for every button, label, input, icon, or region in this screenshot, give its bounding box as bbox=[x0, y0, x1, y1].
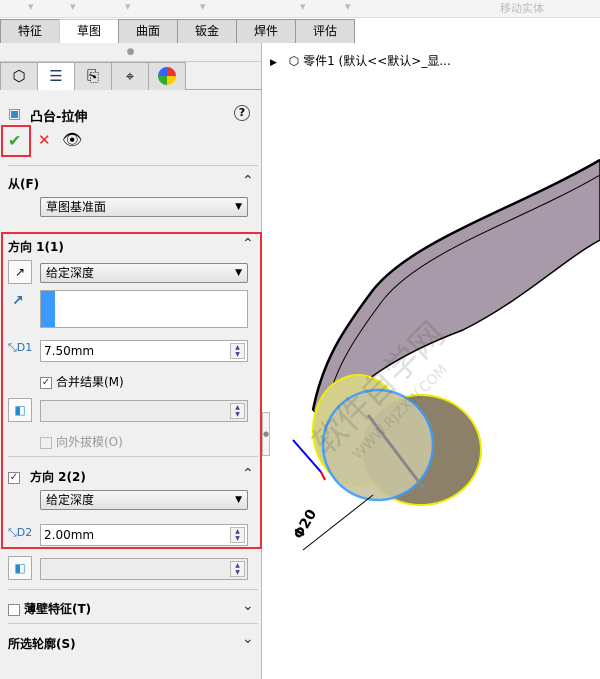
configuration-tab-icon[interactable]: ⎘ bbox=[74, 62, 112, 90]
tab-evaluate[interactable]: 评估 bbox=[295, 19, 355, 43]
top-toolbar: ▾ ▾ ▾ ▾ ▾ ▾ 移动实体 bbox=[0, 0, 600, 18]
3d-viewport[interactable]: Φ20 软件自学网 WWW.RJZXW.COM bbox=[263, 100, 600, 679]
tab-surfaces[interactable]: 曲面 bbox=[118, 19, 178, 43]
from-section-label: 从(F) bbox=[8, 177, 40, 191]
panel-grip[interactable]: ● bbox=[0, 43, 261, 62]
direction2-end-condition-dropdown[interactable]: 给定深度 bbox=[40, 490, 248, 510]
collapse-chevron-icon[interactable]: ⌃ bbox=[242, 466, 254, 482]
checkbox-icon: ✓ bbox=[40, 376, 52, 389]
tab-weldments[interactable]: 焊件 bbox=[236, 19, 296, 43]
tab-features[interactable]: 特征 bbox=[0, 19, 60, 43]
depth-spinner[interactable]: ▲ ▼ bbox=[230, 527, 245, 543]
depth-d2-icon: ⤡D2 bbox=[8, 526, 33, 539]
ok-check-icon[interactable]: ✔ bbox=[8, 131, 21, 150]
move-body-button[interactable]: 移动实体 bbox=[500, 0, 544, 16]
thin-feature-label: 薄壁特征(T) bbox=[24, 602, 92, 616]
merge-result-checkbox[interactable]: ✓ 合并结果(M) bbox=[40, 373, 124, 390]
checkbox-icon: ✓ bbox=[8, 471, 20, 484]
draft-outward-label: 向外拔模(O) bbox=[56, 435, 123, 449]
direction2-depth-input[interactable]: 2.00mm ▲ ▼ bbox=[40, 524, 248, 546]
draft2-angle-input[interactable]: ▲ ▼ bbox=[40, 558, 248, 580]
diameter-dimension[interactable]: Φ20 bbox=[291, 507, 321, 542]
depth-value: 2.00mm bbox=[44, 528, 95, 542]
collapse-chevron-icon[interactable]: ⌃ bbox=[242, 236, 254, 252]
tab-sketch[interactable]: 草图 bbox=[59, 19, 119, 43]
feature-title: 凸台-拉伸 bbox=[30, 110, 88, 125]
expand-chevron-icon[interactable]: ⌄ bbox=[242, 631, 254, 647]
expand-arrow-icon[interactable]: ▶ bbox=[270, 58, 277, 68]
help-icon[interactable]: ? bbox=[234, 105, 250, 121]
feature-tree-root[interactable]: ▶ ⬡ 零件1 (默认<<默认>_显... bbox=[270, 52, 451, 69]
dimxpert-tab-icon[interactable]: ⌖ bbox=[111, 62, 149, 90]
draft-icon[interactable]: ◧ bbox=[8, 556, 32, 580]
draft-spinner[interactable]: ▲ ▼ bbox=[230, 561, 245, 577]
direction1-label: 方向 1(1) bbox=[8, 240, 64, 254]
depth-value: 7.50mm bbox=[44, 344, 95, 358]
direction2-label: 方向 2(2) bbox=[30, 470, 86, 484]
collapse-chevron-icon[interactable]: ⌃ bbox=[242, 173, 254, 189]
checkbox-icon bbox=[8, 603, 20, 616]
feature-tree-tab-icon[interactable]: ⬡ bbox=[0, 62, 38, 90]
merge-result-label: 合并结果(M) bbox=[56, 375, 124, 389]
cancel-x-icon[interactable]: ✕ bbox=[38, 131, 51, 149]
direction1-end-condition-dropdown[interactable]: 给定深度 bbox=[40, 263, 248, 283]
draft-outward-checkbox[interactable]: 向外拔模(O) bbox=[40, 433, 123, 450]
depth-spinner[interactable]: ▲ ▼ bbox=[230, 343, 245, 359]
expand-chevron-icon[interactable]: ⌄ bbox=[242, 598, 254, 614]
depth-d1-icon: ⤡D1 bbox=[8, 341, 33, 354]
from-dropdown[interactable]: 草图基准面 bbox=[40, 197, 248, 217]
part-name: 零件1 (默认<<默认>_显... bbox=[303, 54, 451, 68]
draft-icon[interactable]: ◧ bbox=[8, 398, 32, 422]
thin-feature-checkbox[interactable]: 薄壁特征(T) bbox=[8, 600, 91, 617]
direction1-depth-input[interactable]: 7.50mm ▲ ▼ bbox=[40, 340, 248, 362]
direction2-checkbox[interactable]: ✓ 方向 2(2) bbox=[8, 468, 86, 485]
tab-sheet-metal[interactable]: 钣金 bbox=[177, 19, 237, 43]
reverse-direction-icon[interactable]: ↗ bbox=[8, 260, 32, 284]
preview-eye-icon[interactable]: 👁 bbox=[62, 130, 82, 149]
draft-spinner[interactable]: ▲ ▼ bbox=[230, 403, 245, 419]
property-manager: ● ⬡ ☰ ⎘ ⌖ ▣ 凸台-拉伸 ? ✔ ✕ 👁 从(F) ⌃ 草图基准面 方… bbox=[0, 43, 262, 679]
selected-contours-label: 所选轮廓(S) bbox=[8, 637, 76, 651]
extrude-icon: ▣ bbox=[8, 106, 22, 122]
direction-vector-icon: ↗ bbox=[12, 293, 24, 309]
checkbox-icon bbox=[40, 436, 52, 449]
direction-selection-box[interactable] bbox=[40, 290, 248, 328]
property-manager-tab-icon[interactable]: ☰ bbox=[37, 62, 75, 90]
part-icon: ⬡ bbox=[288, 54, 300, 68]
command-manager-tabs: 特征 草图 曲面 钣金 焊件 评估 bbox=[0, 19, 355, 43]
draft-angle-input[interactable]: ▲ ▼ bbox=[40, 400, 248, 422]
display-manager-tab-icon[interactable] bbox=[148, 62, 186, 90]
